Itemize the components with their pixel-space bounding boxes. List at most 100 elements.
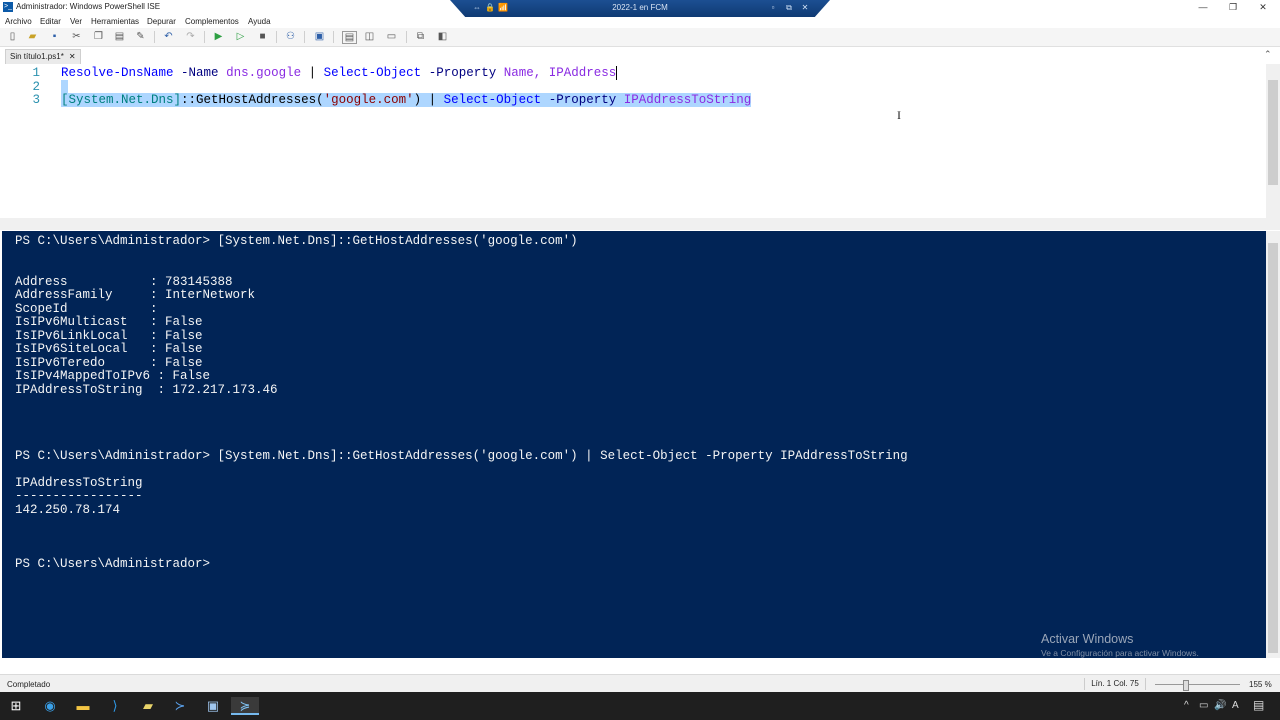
code-token-pipe: | [308,66,317,80]
code-token-string: 'google.com' [323,93,414,107]
pane-splitter[interactable] [0,218,1280,230]
line-number: 3 [32,93,40,107]
console-line: PS C:\Users\Administrador> [System.Net.D… [15,449,908,463]
code-token-command: Select-Object [323,66,422,80]
undo-icon[interactable]: ↶ [163,31,174,42]
console-line: Address : 783145388 [15,275,233,289]
cut-icon[interactable]: ✂ [71,31,82,42]
code-token-argument: IPAddress [548,66,617,80]
menu-herramientas[interactable]: Herramientas [91,17,139,26]
console-line: PS C:\Users\Administrador> [System.Net.D… [15,234,578,248]
console-line: IsIPv6Teredo : False [15,356,203,370]
explorer-icon[interactable]: ▬ [69,697,97,715]
powershell-icon[interactable]: ≻ [166,697,194,715]
layout-top-icon[interactable]: ▤ [342,31,357,44]
menu-ayuda[interactable]: Ayuda [248,17,271,26]
edge-icon[interactable]: ◉ [36,697,64,715]
code-token-parameter: -Name [181,66,219,80]
open-icon[interactable]: ▰ [27,31,38,42]
volume-icon[interactable]: 🔊 [1214,700,1226,711]
app-icon[interactable]: ▰ [134,697,162,715]
line-number: 2 [32,80,40,94]
activation-watermark-title: Activar Windows [1041,632,1134,646]
console-pane[interactable]: PS C:\Users\Administrador> [System.Net.D… [2,231,1266,658]
redo-icon[interactable]: ↷ [185,31,196,42]
console-line: IPAddressToString [15,476,143,490]
code-line-1: Resolve-DnsName -Name dns.google | Selec… [61,66,625,80]
console-icon[interactable]: ▣ [314,31,325,42]
tray-overflow-icon[interactable]: ^ [1184,700,1189,711]
code-token-command: Select-Object [443,93,542,107]
layout-max-icon[interactable]: ▭ [386,31,397,42]
zoom-slider-thumb[interactable] [1183,680,1189,691]
cursor-position: Lín. 1 Col. 75 [1084,678,1146,690]
start-icon[interactable]: ⊞ [2,697,30,715]
script-editor[interactable]: 1 2 3 Resolve-DnsName -Name dns.google |… [0,64,1266,218]
console-line: 142.250.78.174 [15,503,121,517]
code-token-parameter: -Property [548,93,617,107]
code-token-argument: dns.google [226,66,302,80]
console-line: IsIPv6LinkLocal : False [15,329,203,343]
close-button[interactable]: ✕ [1250,1,1276,14]
snippets-icon[interactable]: ⧉ [415,31,426,42]
run-selection-icon[interactable]: ▷ [235,31,246,42]
clear-icon[interactable]: ✎ [135,31,146,42]
remote-restore-button[interactable]: ⧉ [784,3,794,13]
code-token-type: [System.Net.Dns] [61,93,182,107]
menu-editar[interactable]: Editar [40,17,61,26]
network-icon[interactable]: ▭ [1199,700,1208,711]
layout-right-icon[interactable]: ◫ [364,31,375,42]
i-beam-cursor: I [897,108,901,122]
code-line-2-selection [61,80,68,93]
paste-icon[interactable]: ▤ [114,31,125,42]
toolbar-separator [333,31,334,43]
remote-icon[interactable]: ⚇ [285,31,296,42]
remote-minimize-button[interactable]: ▫ [768,3,778,13]
code-token-pipe: | [428,93,437,107]
zoom-slider-track[interactable] [1155,684,1240,685]
code-token-method: GetHostAddresses( [196,93,324,107]
toolbar-separator [204,31,205,43]
minimize-button[interactable]: — [1190,1,1216,14]
menu-complementos[interactable]: Complementos [185,17,239,26]
menu-archivo[interactable]: Archivo [5,17,32,26]
collapse-script-pane-icon[interactable]: ⌃ [1264,49,1274,59]
toolbar-separator [276,31,277,43]
vscode-icon[interactable]: ⟩ [101,697,129,715]
save-icon[interactable]: ▪ [49,31,60,42]
input-language-icon[interactable]: A [1232,700,1239,711]
stop-icon[interactable]: ■ [257,31,268,42]
status-bar: Completado Lín. 1 Col. 75 155 % [0,674,1280,693]
rdp-icon[interactable]: ▣ [199,697,227,715]
console-line: IsIPv6SiteLocal : False [15,342,203,356]
powershell-ise-icon[interactable]: ≽ [231,697,259,715]
code-line-3: [System.Net.Dns]::GetHostAddresses('goog… [61,93,752,107]
tab-label: Sin título1.ps1* [10,52,64,61]
notification-icon[interactable]: ▤ [1253,698,1264,712]
code-token-argument: IPAddressToString [623,93,752,107]
editor-scroll-thumb[interactable] [1268,80,1278,185]
toolbar: ▯ ▰ ▪ ✂ ❐ ▤ ✎ ↶ ↷ ▶ ▷ ■ ⚇ ▣ ▤ ◫ ▭ ⧉ ◧ [0,28,1280,47]
remote-connection-bar: ⇔ 🔒 📶 2022-1 en FCM ▫ ⧉ ✕ [450,0,830,17]
code-token-argument: Name, [503,66,542,80]
code-token-operator: :: [181,93,197,107]
maximize-button[interactable]: ❐ [1220,1,1246,14]
status-text: Completado [7,680,51,689]
tab-sin-titulo1[interactable]: Sin título1.ps1* ✕ [5,49,81,64]
line-number: 1 [32,66,40,80]
remote-close-button[interactable]: ✕ [800,3,810,13]
taskbar: ⊞ ◉ ▬ ⟩ ▰ ≻ ▣ ≽ ^ ▭ 🔊 A ▤ [0,692,1280,720]
console-line: IPAddressToString : 172.217.173.46 [15,383,278,397]
console-line: IsIPv6Multicast : False [15,315,203,329]
menu-depurar[interactable]: Depurar [147,17,176,26]
code-token-parameter: -Property [428,66,497,80]
copy-icon[interactable]: ❐ [93,31,104,42]
new-file-icon[interactable]: ▯ [7,31,18,42]
menu-ver[interactable]: Ver [70,17,82,26]
run-icon[interactable]: ▶ [213,31,224,42]
addons-icon[interactable]: ◧ [437,31,448,42]
powershell-ise-app-icon: >_ [3,2,13,12]
console-scroll-thumb[interactable] [1268,243,1278,653]
tab-close-icon[interactable]: ✕ [69,52,76,61]
script-tab-strip: Sin título1.ps1* ✕ ⌃ [0,47,1280,65]
